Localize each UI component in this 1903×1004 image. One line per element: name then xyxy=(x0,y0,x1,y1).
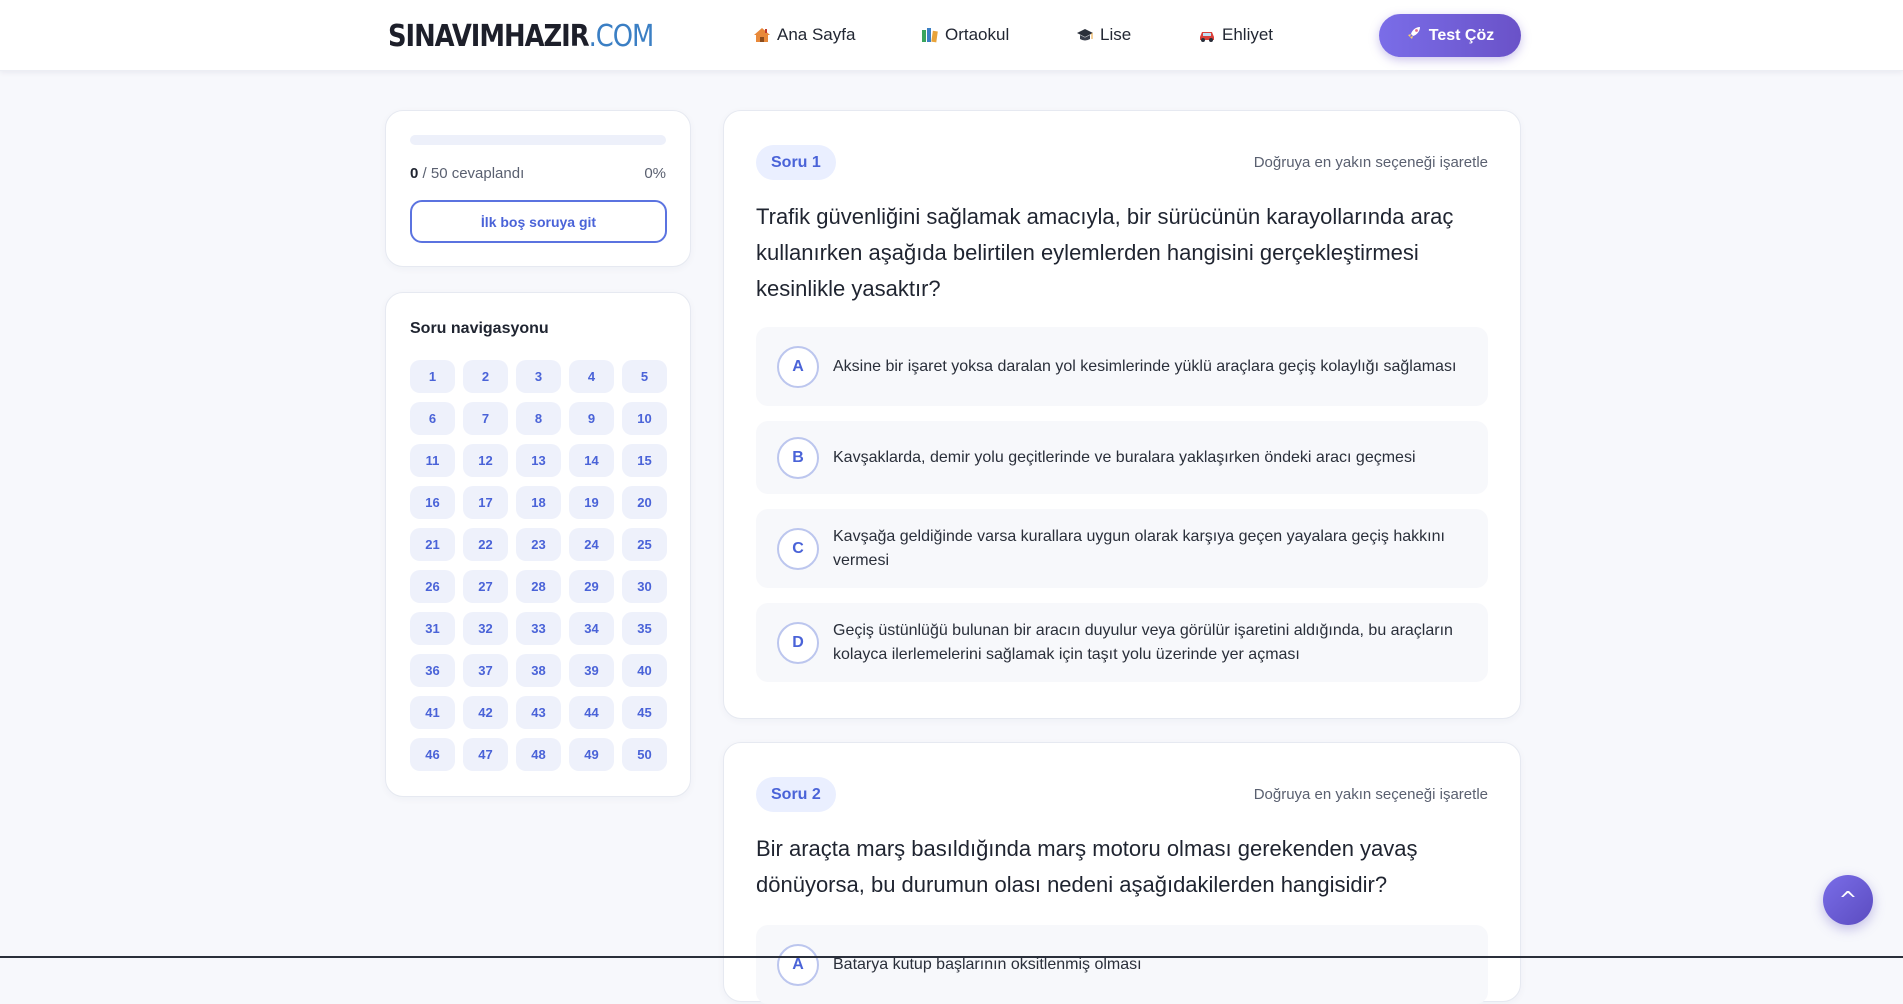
question-number-button[interactable]: 25 xyxy=(622,528,667,561)
progress-percent: 0% xyxy=(644,165,666,182)
question-number-button[interactable]: 3 xyxy=(516,360,561,393)
progress-card: 0 / 50 cevaplandı 0% İlk boş soruya git xyxy=(385,110,691,267)
question-number-button[interactable]: 21 xyxy=(410,528,455,561)
question-number-button[interactable]: 28 xyxy=(516,570,561,603)
question-number-grid: 1 2 3 4 5 6 7 8 9 10 11 12 13 14 15 16 17 18 19 20 21 22 23 24 2… xyxy=(410,360,670,771)
question-number-button[interactable]: 4 xyxy=(569,360,614,393)
option-text: Aksine bir işaret yoksa daralan yol kesi… xyxy=(833,357,1457,375)
first-empty-question-button[interactable]: İlk boş soruya git xyxy=(410,200,667,243)
question-number-button[interactable]: 32 xyxy=(463,612,508,645)
question-number-button[interactable]: 31 xyxy=(410,612,455,645)
question-text: Trafik güvenliğini sağlamak amacıyla, bi… xyxy=(756,204,1454,301)
question-number-button[interactable]: 33 xyxy=(516,612,561,645)
question-number-button[interactable]: 14 xyxy=(569,444,614,477)
question-number-button[interactable]: 11 xyxy=(410,444,455,477)
question-number-button[interactable]: 41 xyxy=(410,696,455,729)
rocket-icon xyxy=(1406,25,1422,46)
question-number-button[interactable]: 17 xyxy=(463,486,508,519)
nav-item-ortaokul[interactable]: Ortaokul xyxy=(921,22,1009,48)
question-number-button[interactable]: 44 xyxy=(569,696,614,729)
question-number-button[interactable]: 15 xyxy=(622,444,667,477)
question-badge: Soru 2 xyxy=(756,777,836,812)
option-letter: A xyxy=(777,345,819,388)
question-number-button[interactable]: 18 xyxy=(516,486,561,519)
option-b[interactable]: B Kavşaklarda, demir yolu geçitlerinde v… xyxy=(756,421,1488,494)
test-coz-button[interactable]: Test Çöz xyxy=(1379,14,1521,57)
question-number-button[interactable]: 35 xyxy=(622,612,667,645)
option-c[interactable]: C Kavşağa geldiğinde varsa kurallara uyg… xyxy=(756,509,1488,588)
question-number-button[interactable]: 40 xyxy=(622,654,667,687)
question-number-button[interactable]: 29 xyxy=(569,570,614,603)
question-number-button[interactable]: 38 xyxy=(516,654,561,687)
question-number-button[interactable]: 26 xyxy=(410,570,455,603)
nav-item-ehliyet[interactable]: Ehliyet xyxy=(1198,22,1273,48)
site-header: SINAVIMHAZIR .COM Ana Sayfa Ortaokul Lise… xyxy=(0,0,1903,71)
question-number-button[interactable]: 45 xyxy=(622,696,667,729)
question-number-button[interactable]: 6 xyxy=(410,402,455,435)
option-letter: C xyxy=(777,527,819,570)
question-number-button[interactable]: 16 xyxy=(410,486,455,519)
question-number-button[interactable]: 30 xyxy=(622,570,667,603)
question-number-button[interactable]: 23 xyxy=(516,528,561,561)
question-number-button[interactable]: 8 xyxy=(516,402,561,435)
option-d[interactable]: D Geçiş üstünlüğü bulunan bir aracın duy… xyxy=(756,603,1488,682)
question-number-button[interactable]: 19 xyxy=(569,486,614,519)
question-number-button[interactable]: 24 xyxy=(569,528,614,561)
option-a[interactable]: A Aksine bir işaret yoksa daralan yol ke… xyxy=(756,327,1488,406)
car-icon xyxy=(1198,27,1216,43)
question-card-2: Soru 2 Doğruya en yakın seçeneği işaretl… xyxy=(723,742,1521,1004)
home-icon xyxy=(753,27,771,43)
question-number-button[interactable]: 22 xyxy=(463,528,508,561)
question-navigation-card: Soru navigasyonu 1 2 3 4 5 6 7 8 9 10 11 12 13 14 15 16… xyxy=(385,292,691,797)
question-number-button[interactable]: 20 xyxy=(622,486,667,519)
answered-count: 0 / 50 cevaplandı xyxy=(410,165,525,182)
question-number-button[interactable]: 7 xyxy=(463,402,508,435)
question-number-button[interactable]: 37 xyxy=(463,654,508,687)
question-text: Bir araçta marş basıldığında marş motoru… xyxy=(756,836,1418,897)
option-text: Geçiş üstünlüğü bulunan bir aracın duyul… xyxy=(833,621,1453,663)
scroll-to-top-button[interactable]: ^ xyxy=(1823,875,1873,925)
question-number-button[interactable]: 12 xyxy=(463,444,508,477)
books-icon xyxy=(921,27,939,43)
option-a[interactable]: A Batarya kutup başlarının oksitlenmiş o… xyxy=(756,925,1488,1004)
question-number-button[interactable]: 10 xyxy=(622,402,667,435)
navigation-title: Soru navigasyonu xyxy=(410,320,549,337)
question-number-button[interactable]: 47 xyxy=(463,738,508,771)
question-number-button[interactable]: 49 xyxy=(569,738,614,771)
question-number-button[interactable]: 46 xyxy=(410,738,455,771)
question-number-button[interactable]: 42 xyxy=(463,696,508,729)
question-number-button[interactable]: 36 xyxy=(410,654,455,687)
option-letter: D xyxy=(777,621,819,664)
question-number-button[interactable]: 2 xyxy=(463,360,508,393)
question-number-button[interactable]: 9 xyxy=(569,402,614,435)
question-hint: Doğruya en yakın seçeneği işaretle xyxy=(1253,786,1488,803)
option-letter: B xyxy=(777,436,819,479)
question-card-1: Soru 1 Doğruya en yakın seçeneği işaretl… xyxy=(723,110,1521,719)
question-number-button[interactable]: 27 xyxy=(463,570,508,603)
nav-item-lise[interactable]: Lise xyxy=(1076,22,1131,48)
option-letter: A xyxy=(777,943,819,986)
question-number-button[interactable]: 48 xyxy=(516,738,561,771)
question-hint: Doğruya en yakın seçeneği işaretle xyxy=(1253,154,1488,171)
site-logo[interactable]: SINAVIMHAZIR .COM xyxy=(388,14,654,58)
progress-bar xyxy=(410,135,666,145)
option-text: Kavşaklarda, demir yolu geçitlerinde ve … xyxy=(833,448,1416,466)
question-number-button[interactable]: 5 xyxy=(622,360,667,393)
question-number-button[interactable]: 39 xyxy=(569,654,614,687)
question-number-button[interactable]: 43 xyxy=(516,696,561,729)
question-badge: Soru 1 xyxy=(756,145,836,180)
question-number-button[interactable]: 50 xyxy=(622,738,667,771)
nav-item-ana-sayfa[interactable]: Ana Sayfa xyxy=(753,22,855,48)
question-number-button[interactable]: 13 xyxy=(516,444,561,477)
option-text: Kavşağa geldiğinde varsa kurallara uygun… xyxy=(833,527,1445,569)
graduation-cap-icon xyxy=(1076,27,1094,43)
question-number-button[interactable]: 1 xyxy=(410,360,455,393)
question-number-button[interactable]: 34 xyxy=(569,612,614,645)
